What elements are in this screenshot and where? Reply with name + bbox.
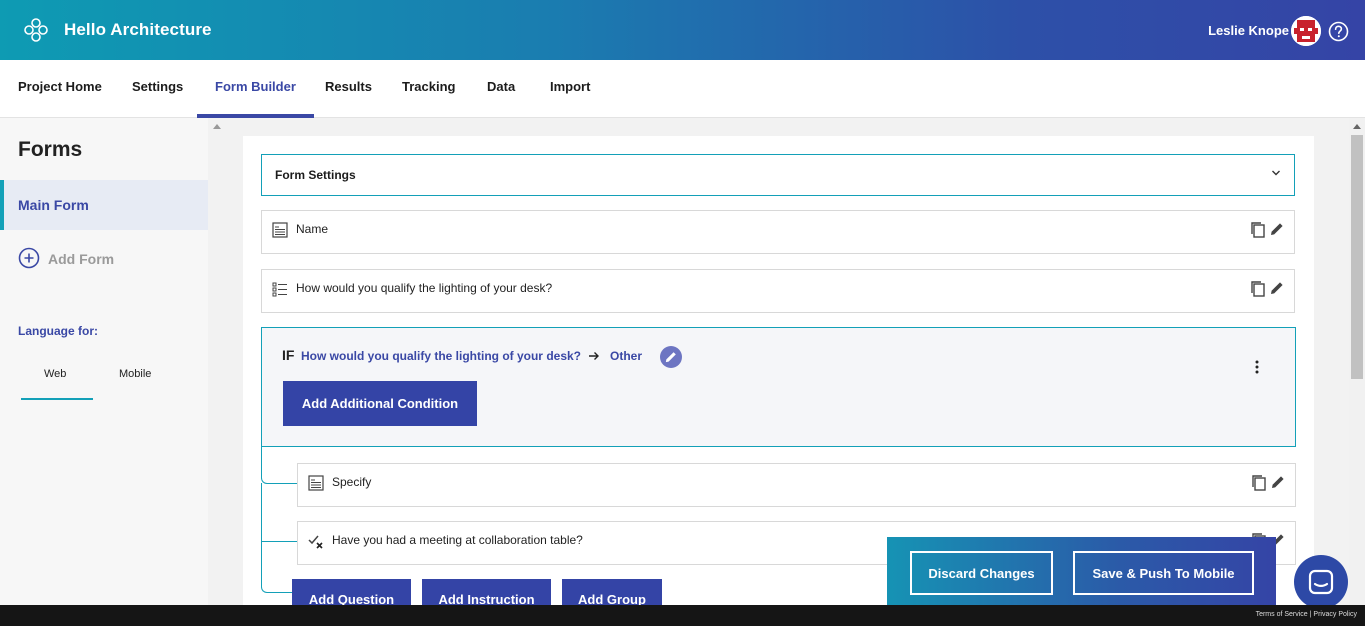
pencil-icon[interactable] [1270,222,1284,236]
condition-block: IF How would you qualify the lighting of… [261,327,1296,447]
copy-icon[interactable] [1250,280,1266,298]
scroll-up-arrow-icon[interactable] [213,124,221,129]
chat-icon [1308,569,1334,595]
question-card[interactable]: How would you qualify the lighting of yo… [261,269,1295,313]
tree-connector [261,483,297,542]
chat-launcher-button[interactable] [1294,555,1348,609]
text-field-icon [308,475,324,491]
more-vertical-icon[interactable] [1255,360,1259,374]
yes-no-icon [308,535,323,549]
sidebar-item-main-form[interactable]: Main Form [0,180,208,230]
footer-links: Terms of Service | Privacy Policy [1256,611,1357,618]
scrollbar-thumb[interactable] [1351,135,1363,379]
sub-question-card[interactable]: Specify [297,463,1296,507]
tab-project-home[interactable]: Project Home [0,60,120,118]
discard-changes-button[interactable]: Discard Changes [910,551,1053,595]
save-push-mobile-button[interactable]: Save & Push To Mobile [1073,551,1254,595]
question-text: How would you qualify the lighting of yo… [296,281,553,295]
privacy-link[interactable]: Privacy Policy [1313,611,1357,618]
tab-form-builder[interactable]: Form Builder [197,60,314,118]
vertical-scrollbar[interactable] [1349,118,1365,605]
tree-connector [261,447,297,484]
condition-question: How would you qualify the lighting of yo… [301,349,581,363]
page-footer: Terms of Service | Privacy Policy [0,605,1365,626]
tab-settings[interactable]: Settings [114,60,201,118]
question-card[interactable]: Name [261,210,1295,254]
copy-icon[interactable] [1250,221,1266,239]
copy-icon[interactable] [1251,474,1267,492]
pencil-icon[interactable] [1270,281,1284,295]
language-label: Language for: [18,324,98,338]
scroll-up-arrow-icon[interactable] [1353,124,1361,129]
condition-keyword: IF [282,347,295,363]
arrow-right-icon [589,352,599,360]
app-title[interactable]: Hello Architecture [64,20,212,40]
forms-title: Forms [18,138,83,161]
tab-results[interactable]: Results [307,60,390,118]
save-action-bar: Discard Changes Save & Push To Mobile [887,537,1276,605]
tab-data[interactable]: Data [469,60,533,118]
sidebar-item-label: Main Form [18,197,89,213]
question-text: Specify [332,475,372,489]
avatar[interactable] [1291,16,1321,46]
pencil-icon [665,352,676,363]
language-tab-mobile[interactable]: Mobile [119,368,151,380]
add-form-label: Add Form [48,251,115,267]
language-tab-web[interactable]: Web [44,368,66,380]
main-tabs: Project Home Settings Form Builder Resul… [0,60,1365,118]
tab-tracking[interactable]: Tracking [384,60,473,118]
logo-icon[interactable] [22,16,50,44]
footer-separator: | [1309,611,1312,618]
app-header: Hello Architecture Leslie Knope [0,0,1365,60]
help-icon[interactable] [1328,21,1349,42]
question-text: Have you had a meeting at collaboration … [332,533,583,547]
chevron-down-icon[interactable] [1270,167,1282,179]
pencil-icon[interactable] [1271,475,1285,489]
edit-condition-button[interactable] [660,346,682,368]
text-field-icon [272,222,288,238]
form-settings-label: Form Settings [275,168,356,182]
list-icon [272,282,287,297]
form-settings-accordion[interactable]: Form Settings [261,154,1295,196]
condition-answer: Other [610,349,643,363]
forms-sidebar: Forms Main Form Add Form Language for: W… [0,118,208,605]
language-tab-indicator [21,398,93,400]
add-circle-icon [18,247,40,269]
question-text: Name [296,222,329,236]
add-additional-condition-button[interactable]: Add Additional Condition [283,381,477,426]
terms-link[interactable]: Terms of Service [1256,611,1308,618]
user-name[interactable]: Leslie Knope [1208,23,1289,38]
tab-import[interactable]: Import [532,60,608,118]
